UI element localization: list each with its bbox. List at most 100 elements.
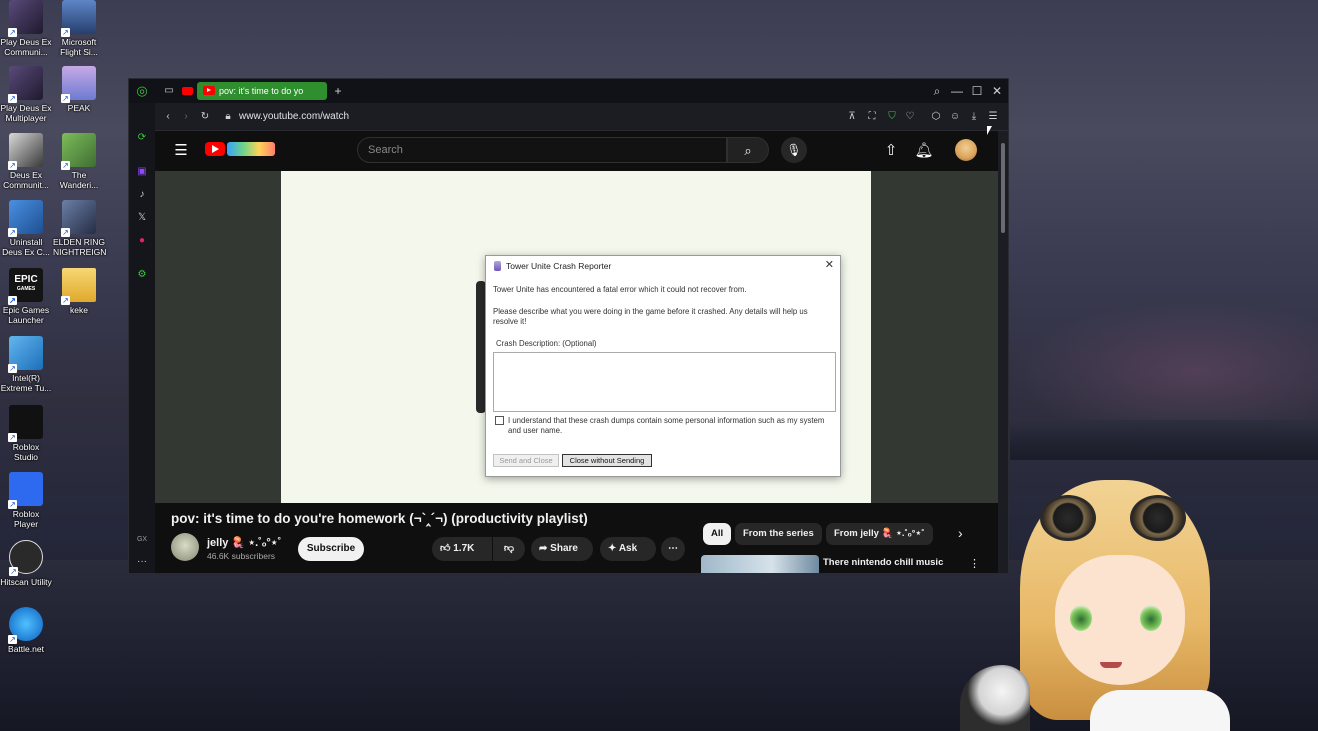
menu-icon[interactable]: ☰ [986,110,1000,124]
more-dots-icon: ⋯ [668,543,678,554]
tiktok-icon[interactable]: ♪ [135,188,149,202]
desktop-icon-intel-xtu[interactable]: Intel(R) Extreme Tu... [0,336,52,393]
minimize-button[interactable]: — [949,83,965,99]
maximize-button[interactable]: ☐ [969,83,985,99]
channel-name[interactable]: jelly 🪼 ⋆.˚ₒ°⋆˚ [207,536,281,549]
back-icon[interactable]: ‹ [161,110,175,124]
roblox-studio-icon [8,405,43,442]
forward-icon[interactable]: › [179,110,193,124]
send-and-close-button[interactable]: Send and Close [493,454,559,467]
youtube-doodle-icon[interactable] [227,142,275,156]
desktop-icon-peak[interactable]: PEAK [53,66,105,113]
ask-button[interactable]: ✦ Ask [600,537,656,561]
epic-games-logo-subtext: GAMES [16,286,36,292]
recommended-thumbnail[interactable] [701,555,819,573]
sidebar-more-icon[interactable]: ··· [135,555,149,569]
snapshot-icon[interactable]: ⛶ [865,110,879,124]
bell-icon[interactable]: 🔔︎ [914,141,934,159]
chip-from-jelly[interactable]: From jelly 🪼 ⋆.˚ₒ°⋆˚ [826,523,933,545]
gx-corner-label[interactable]: GX [135,533,149,547]
video-title: pov: it's time to do you're homework (¬`… [171,511,588,526]
url-text[interactable]: www.youtube.com/watch [239,111,349,122]
roblox-player-icon [8,472,43,509]
like-button[interactable]: 👍︎ 1.7K [432,537,492,561]
chip-all[interactable]: All [703,523,732,545]
dislike-button[interactable]: 👎︎ [493,537,525,561]
consent-checkbox[interactable] [495,416,504,425]
desktop-icon-hitscan[interactable]: Hitscan Utility [0,540,52,587]
desktop-icon-epic-games[interactable]: EPIC GAMES Epic Games Launcher [0,268,52,325]
chip-from-the-series[interactable]: From the series [735,523,822,545]
dialog-close-icon[interactable]: ✕ [825,258,834,271]
search-tabs-icon[interactable]: ⌕ [929,83,945,99]
desktop-icon-flight-sim[interactable]: Microsoft Flight Si... [53,0,105,57]
goggles-icon [1030,495,1210,545]
deus-ex-icon [8,0,43,37]
profile-icon[interactable]: ☺ [948,110,962,124]
dialog-title: Tower Unite Crash Reporter [506,261,612,271]
video-player[interactable]: Tower Unite Crash Reporter ✕ Tower Unite… [155,171,998,503]
recommended-title[interactable]: There nintendo chill music [823,557,943,568]
vpn-shield-icon[interactable]: ⛉ [885,110,899,124]
desktop-icon-elden-ring[interactable]: ELDEN RING NIGHTREIGN [53,200,106,257]
new-tab-button[interactable]: + [330,83,346,99]
more-actions-button[interactable]: ⋯ [661,537,685,561]
vtuber-avatar-overlay [960,440,1240,731]
desktop-icon-battlenet[interactable]: Battle.net [0,607,52,654]
download-icon[interactable]: ⤓ [967,110,981,124]
gx-control-icon[interactable]: ⟳ [135,131,149,145]
consent-label: I understand that these crash dumps cont… [508,416,825,435]
hamburger-menu-icon[interactable]: ☰ [171,141,191,159]
reload-icon[interactable]: ↻ [198,110,212,124]
desktop-icon-roblox-studio[interactable]: Roblox Studio [0,405,52,462]
desktop-icon-roblox-player[interactable]: Roblox Player [0,472,52,529]
extensions-icon[interactable]: ⬡ [929,110,943,124]
crash-description-field[interactable] [493,352,836,412]
desktop-icon-deus-ex-multiplayer[interactable]: Play Deus Ex Multiplayer [0,66,52,123]
channel-avatar[interactable] [171,533,199,561]
folder-icon [61,268,96,305]
desktop-icon-label: Roblox Player [12,509,40,529]
dialog-describe-text: Please describe what you were doing in t… [493,307,808,326]
desktop-icon-label: Hitscan Utility [0,577,52,587]
settings-gear-icon[interactable]: ⚙ [135,268,149,282]
heart-icon[interactable]: ♡ [903,110,917,124]
search-input[interactable]: Search [357,137,727,163]
mouse-cursor-icon [987,126,992,135]
close-without-sending-button[interactable]: Close without Sending [562,454,652,467]
avatar-mouth [1100,662,1122,668]
upload-icon[interactable]: ⇧ [881,141,901,159]
close-window-button[interactable]: ✕ [989,83,1005,99]
desktop-icon-label: keke [70,305,88,315]
desktop-icon-uninstall-deus-ex[interactable]: Uninstall Deus Ex C... [0,200,52,257]
desktop-icon-label: PEAK [67,103,91,113]
like-count: 1.7K [453,543,475,554]
intel-icon [8,336,43,373]
epic-games-logo-text: EPIC [14,274,38,285]
ask-label: Ask [618,543,638,554]
ublock-icon[interactable]: ● [135,234,149,248]
desktop-icon-label: Battle.net [8,644,44,654]
share-button[interactable]: ➦ Share [531,537,593,561]
desktop-icon-deus-ex-communit[interactable]: Deus Ex Communit... [0,133,52,190]
tab-youtube-video[interactable]: pov: it's time to do yo [197,82,327,100]
browser-sidebar: ⟳ ▣ ♪ 𝕏 ● ⚙ GX ··· [129,103,155,573]
x-twitter-icon[interactable]: 𝕏 [135,211,149,225]
avatar-shoulder [1090,690,1230,731]
youtube-logo-icon[interactable] [205,142,225,156]
tab-island-icon[interactable]: ▭ [161,83,177,99]
search-icon[interactable]: ⌕ [727,137,769,163]
desktop-icon-keke[interactable]: keke [53,268,105,315]
desktop-icon-the-wanderer[interactable]: The Wanderi... [53,133,105,190]
youtube-pinned-icon[interactable] [179,83,195,99]
desktop-icon-deus-ex-community[interactable]: Play Deus Ex Communi... [0,0,52,57]
microphone-icon[interactable]: 🎙︎ [781,137,807,163]
opera-gx-logo-icon[interactable]: ◎ [134,83,150,99]
twitch-icon[interactable]: ▣ [135,165,149,179]
sky-glow [1010,300,1318,420]
subscribe-button[interactable]: Subscribe [298,537,364,561]
pin-icon[interactable]: ⊼ [845,110,859,124]
scroll-thumb[interactable] [1001,143,1005,233]
address-bar: ‹ › ↻ 🔒︎ www.youtube.com/watch ⊼ ⛶ ⛉ ♡ ⬡… [155,103,1008,131]
account-avatar[interactable] [955,139,977,161]
